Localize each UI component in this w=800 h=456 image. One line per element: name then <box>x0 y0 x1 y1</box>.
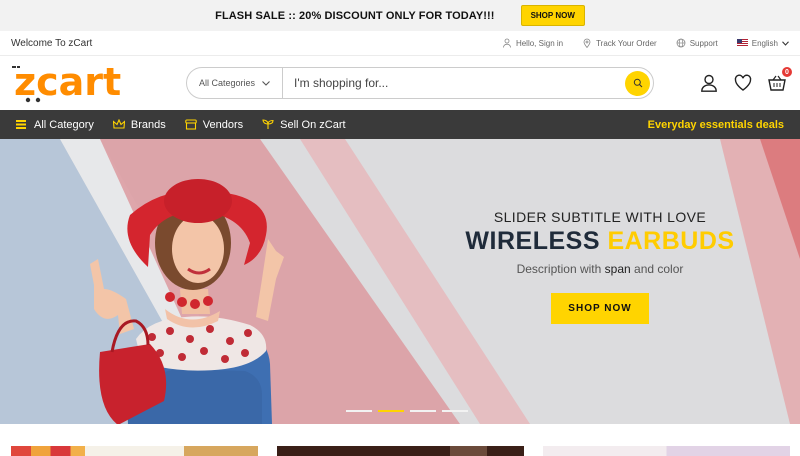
hero-subtitle: SLIDER SUBTITLE WITH LOVE <box>493 209 707 225</box>
slider-dot-4[interactable] <box>442 410 468 412</box>
welcome-text: Welcome To zCart <box>11 37 93 49</box>
user-icon <box>503 38 511 48</box>
language-selector[interactable]: English <box>736 38 789 48</box>
category-card-3[interactable] <box>543 446 790 456</box>
sign-in-label: Hello, Sign in <box>515 38 564 48</box>
sign-in-link[interactable]: Hello, Sign in <box>502 38 563 48</box>
language-label: English <box>751 38 778 48</box>
cart-button[interactable]: 0 <box>768 67 792 92</box>
user-icon <box>701 74 717 92</box>
flash-shop-now-button[interactable]: SHOP NOW <box>520 5 585 26</box>
menu-icon <box>16 120 26 129</box>
us-flag-icon <box>736 39 748 47</box>
top-bar-links: Hello, Sign in Track Your Order Support … <box>502 38 789 48</box>
hero-title-part1: WIRELESS <box>465 227 600 255</box>
track-order-label: Track Your Order <box>596 38 657 48</box>
everyday-deals-link[interactable]: Everyday essentials deals <box>648 119 784 131</box>
search-bar: All Categories <box>186 67 654 99</box>
category-select[interactable]: All Categories <box>187 68 283 98</box>
chevron-down-icon <box>262 80 270 86</box>
support-link[interactable]: Support <box>676 38 718 48</box>
search-icon <box>633 78 642 88</box>
slider-dot-3[interactable] <box>410 410 436 412</box>
nav-sell-label: Sell On zCart <box>280 118 346 131</box>
category-card-2[interactable] <box>277 446 524 456</box>
nav-all-category-label: All Category <box>34 118 94 131</box>
chevron-down-icon <box>782 40 789 46</box>
category-select-label: All Categories <box>198 78 256 88</box>
location-pin-icon <box>583 38 591 48</box>
crown-icon <box>112 119 125 129</box>
search-input[interactable] <box>283 76 625 90</box>
nav-vendors-label: Vendors <box>202 118 244 131</box>
category-cards-row <box>0 446 800 456</box>
globe-icon <box>676 38 686 48</box>
support-label: Support <box>689 38 718 48</box>
site-header: zcart All Categories 0 <box>0 56 800 110</box>
slider-dot-1[interactable] <box>346 410 372 412</box>
flash-sale-bar: FLASH SALE :: 20% DISCOUNT ONLY FOR TODA… <box>0 0 800 31</box>
hero-content: SLIDER SUBTITLE WITH LOVE WIRELESS EARBU… <box>400 209 800 324</box>
flash-sale-text: FLASH SALE :: 20% DISCOUNT ONLY FOR TODA… <box>215 9 495 22</box>
slider-dots <box>346 410 468 412</box>
hero-title-part2: EARBUDS <box>607 227 735 255</box>
sprout-icon <box>262 119 274 129</box>
hero-description: Description with span and color <box>400 262 800 276</box>
basket-icon <box>768 75 786 91</box>
search-button[interactable] <box>625 70 650 96</box>
nav-sell-on-zcart[interactable]: Sell On zCart <box>262 118 346 131</box>
zcart-logo[interactable]: zcart <box>12 60 142 104</box>
main-nav: All Category Brands Vendors Sell On zCar… <box>0 110 800 139</box>
top-bar: Welcome To zCart Hello, Sign in Track Yo… <box>0 31 800 56</box>
logo-text: zcart <box>14 63 121 103</box>
heart-icon <box>734 74 752 91</box>
nav-brands[interactable]: Brands <box>112 118 166 131</box>
hero-shop-now-button[interactable]: SHOP NOW <box>551 293 649 324</box>
slider-dot-2[interactable] <box>378 410 404 412</box>
hero-title: WIRELESS EARBUDS <box>400 227 800 256</box>
account-button[interactable] <box>700 74 718 92</box>
wishlist-button[interactable] <box>734 74 752 92</box>
track-order-link[interactable]: Track Your Order <box>582 38 657 48</box>
zcart-logo-graphic: zcart <box>12 60 121 104</box>
nav-all-category[interactable]: All Category <box>16 119 94 131</box>
category-card-1[interactable] <box>11 446 258 456</box>
nav-vendors[interactable]: Vendors <box>185 119 243 131</box>
hero-desc-before: Description with <box>516 262 602 276</box>
store-icon <box>185 119 197 130</box>
hero-slider: SLIDER SUBTITLE WITH LOVE WIRELESS EARBU… <box>0 139 800 424</box>
cart-count-badge: 0 <box>782 67 792 77</box>
header-actions: 0 <box>700 67 792 92</box>
hero-desc-after: and color <box>634 262 684 276</box>
hero-desc-span: span <box>604 262 631 276</box>
nav-brands-label: Brands <box>130 118 166 131</box>
